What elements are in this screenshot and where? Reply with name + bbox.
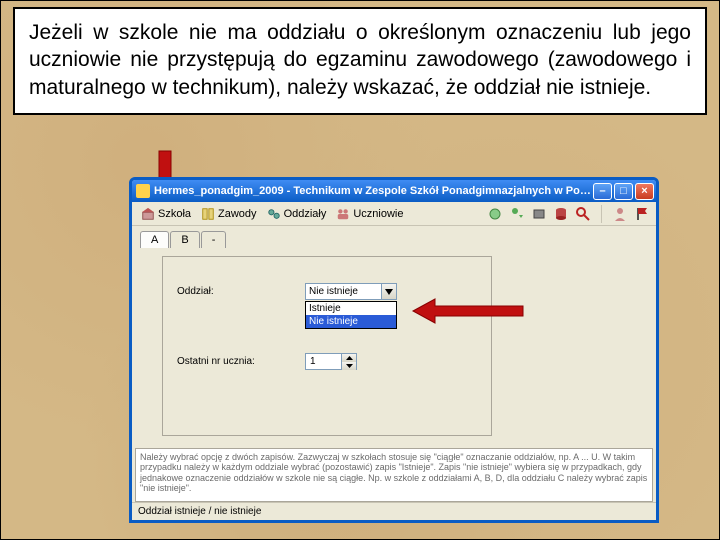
help-text: Należy wybrać opcję z dwóch zapisów. Zaz… bbox=[140, 452, 647, 493]
toolbar-uczniowie-label: Uczniowie bbox=[353, 208, 403, 220]
status-text: Oddział istnieje / nie istnieje bbox=[138, 506, 261, 517]
export-user-icon[interactable] bbox=[509, 206, 525, 222]
spinner-up-icon[interactable] bbox=[341, 354, 356, 362]
toolbar-school[interactable]: Szkoła bbox=[138, 206, 194, 222]
school-icon bbox=[141, 207, 155, 221]
toolbar-oddzialy-label: Oddziały bbox=[284, 208, 327, 220]
spinner-down-icon[interactable] bbox=[341, 362, 356, 370]
content-area: Oddział: Nie istnieje Istnieje Nie istni… bbox=[132, 248, 656, 446]
import-icon[interactable] bbox=[487, 206, 503, 222]
toolbar-oddzialy[interactable]: Oddziały bbox=[264, 206, 330, 222]
help-textbox: Należy wybrać opcję z dwóch zapisów. Zaz… bbox=[135, 448, 653, 502]
instruction-callout: Jeżeli w szkole nie ma oddziału o określ… bbox=[13, 7, 707, 115]
oddzial-listbox: Istnieje Nie istnieje bbox=[305, 301, 397, 329]
oddzialy-icon bbox=[267, 207, 281, 221]
toolbar-school-label: Szkoła bbox=[158, 208, 191, 220]
spinner-value: 1 bbox=[306, 356, 341, 367]
oddzial-combo-value: Nie istnieje bbox=[306, 286, 381, 297]
person-icon[interactable] bbox=[612, 206, 628, 222]
maximize-button[interactable]: □ bbox=[614, 183, 633, 200]
nr-ucznia-spinner[interactable]: 1 bbox=[305, 353, 357, 370]
uczniowie-icon bbox=[336, 207, 350, 221]
chevron-down-icon[interactable] bbox=[381, 284, 396, 299]
instruction-text: Jeżeli w szkole nie ma oddziału o określ… bbox=[29, 21, 691, 99]
window-title: Hermes_ponadgim_2009 - Technikum w Zespo… bbox=[154, 185, 591, 197]
list-option-istnieje[interactable]: Istnieje bbox=[306, 302, 396, 315]
toolbar: Szkoła Zawody Oddziały Uczniowie bbox=[132, 202, 656, 226]
titlebar: Hermes_ponadgim_2009 - Technikum w Zespo… bbox=[132, 180, 656, 202]
label-nr-ucznia: Ostatni nr ucznia: bbox=[177, 356, 297, 367]
zawody-icon bbox=[201, 207, 215, 221]
flag-icon[interactable] bbox=[634, 206, 650, 222]
toolbar-zawody-label: Zawody bbox=[218, 208, 257, 220]
app-window: Hermes_ponadgim_2009 - Technikum w Zespo… bbox=[129, 177, 659, 523]
tab-a[interactable]: A bbox=[140, 231, 169, 248]
print-user-icon[interactable] bbox=[531, 206, 547, 222]
oddzial-combo[interactable]: Nie istnieje Istnieje Nie istnieje bbox=[305, 283, 397, 300]
close-button[interactable]: × bbox=[635, 183, 654, 200]
database-icon[interactable] bbox=[553, 206, 569, 222]
toolbar-uczniowie[interactable]: Uczniowie bbox=[333, 206, 406, 222]
toolbar-separator bbox=[601, 205, 602, 223]
toolbar-zawody[interactable]: Zawody bbox=[198, 206, 260, 222]
arrow-to-option bbox=[413, 299, 523, 326]
app-logo-icon bbox=[136, 184, 150, 198]
minimize-button[interactable]: – bbox=[593, 183, 612, 200]
toolbar-right bbox=[487, 205, 650, 223]
tab-dash[interactable]: - bbox=[201, 231, 227, 248]
list-option-nieistnieje[interactable]: Nie istnieje bbox=[306, 315, 396, 328]
form-panel: Oddział: Nie istnieje Istnieje Nie istni… bbox=[162, 256, 492, 436]
search-icon[interactable] bbox=[575, 206, 591, 222]
label-oddzial: Oddział: bbox=[177, 286, 297, 297]
tab-b[interactable]: B bbox=[170, 231, 199, 248]
status-bar: Oddział istnieje / nie istnieje bbox=[132, 502, 656, 520]
tabs: A B - bbox=[132, 226, 656, 248]
